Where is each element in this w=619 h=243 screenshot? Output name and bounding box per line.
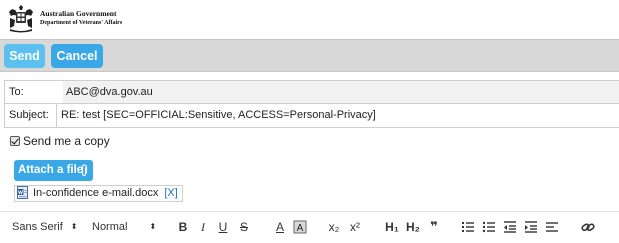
strikethrough-icon[interactable]: S <box>236 219 252 235</box>
background-color-icon[interactable]: A <box>292 219 308 235</box>
attach-file-label: Attach a file <box>18 164 84 176</box>
email-form: To: ABC@dva.gov.au Subject: RE: test [SE… <box>4 80 619 128</box>
outdent-glyph <box>504 221 516 233</box>
attach-file-button[interactable]: Attach a file <box>14 160 93 181</box>
font-color-icon[interactable]: A <box>272 219 288 235</box>
to-field[interactable]: ABC@dva.gov.au <box>63 81 619 103</box>
font-family-select[interactable]: Sans Serif ⬍ <box>12 220 77 234</box>
italic-icon[interactable]: I <box>195 219 211 235</box>
subject-label: Subject: <box>9 109 49 121</box>
editor-toolbar: Sans Serif ⬍ Normal ⬍ B I U S A A x₂ x² H₁… <box>0 211 619 243</box>
site-header: Australian Government Department of Vete… <box>0 0 619 38</box>
ordered-list-glyph <box>462 222 474 232</box>
send-button[interactable]: Send <box>4 44 45 68</box>
commonwealth-crest-icon <box>9 5 33 33</box>
indent-icon[interactable] <box>523 219 539 235</box>
font-size-value: Normal <box>92 221 128 233</box>
align-icon[interactable] <box>544 219 560 235</box>
heading-1-icon[interactable]: H₁ <box>384 219 400 235</box>
cancel-button[interactable]: Cancel <box>51 44 103 68</box>
superscript-icon[interactable]: x² <box>347 219 363 235</box>
background-color-swatch: A <box>293 220 307 234</box>
font-family-value: Sans Serif <box>12 221 63 233</box>
subject-row: Subject: RE: test [SEC=OFFICIAL:Sensitiv… <box>4 104 619 128</box>
send-copy-label: Send me a copy <box>23 134 110 148</box>
word-document-icon <box>17 186 28 199</box>
bold-icon[interactable]: B <box>175 219 191 235</box>
government-name: Australian Government <box>40 9 117 18</box>
attachment-item: In-confidence e-mail.docx [X] <box>14 185 183 202</box>
heading-2-icon[interactable]: H₂ <box>405 219 421 235</box>
link-icon[interactable] <box>580 219 596 235</box>
send-copy-option[interactable]: Send me a copy <box>10 134 110 148</box>
outdent-icon[interactable] <box>502 219 518 235</box>
indent-glyph <box>525 221 537 233</box>
divider <box>56 104 57 127</box>
ordered-list-icon[interactable] <box>460 219 476 235</box>
action-toolbar: Send Cancel <box>0 39 619 72</box>
department-name: Department of Veterans' Affairs <box>40 20 123 26</box>
subscript-icon[interactable]: x₂ <box>326 219 342 235</box>
link-glyph <box>581 223 595 232</box>
chevron-up-down-icon: ⬍ <box>70 222 78 231</box>
svg-text:A: A <box>297 223 304 234</box>
attachment-filename: In-confidence e-mail.docx <box>33 187 159 199</box>
bullet-list-icon[interactable] <box>481 219 497 235</box>
to-row: To: ABC@dva.gov.au <box>4 80 619 104</box>
paperclip-icon <box>81 164 88 177</box>
align-glyph <box>546 222 558 232</box>
subject-field[interactable]: RE: test [SEC=OFFICIAL:Sensitive, ACCESS… <box>61 104 376 126</box>
send-copy-checkbox[interactable] <box>10 136 20 146</box>
to-label: To: <box>9 86 24 98</box>
font-size-select[interactable]: Normal ⬍ <box>92 220 156 234</box>
remove-attachment-link[interactable]: [X] <box>164 187 177 199</box>
blockquote-icon[interactable]: ❞ <box>426 219 442 235</box>
bullet-list-glyph <box>482 221 495 233</box>
agency-name: Australian Government Department of Vete… <box>40 9 122 28</box>
underline-icon[interactable]: U <box>215 219 231 235</box>
chevron-up-down-icon: ⬍ <box>149 222 157 231</box>
